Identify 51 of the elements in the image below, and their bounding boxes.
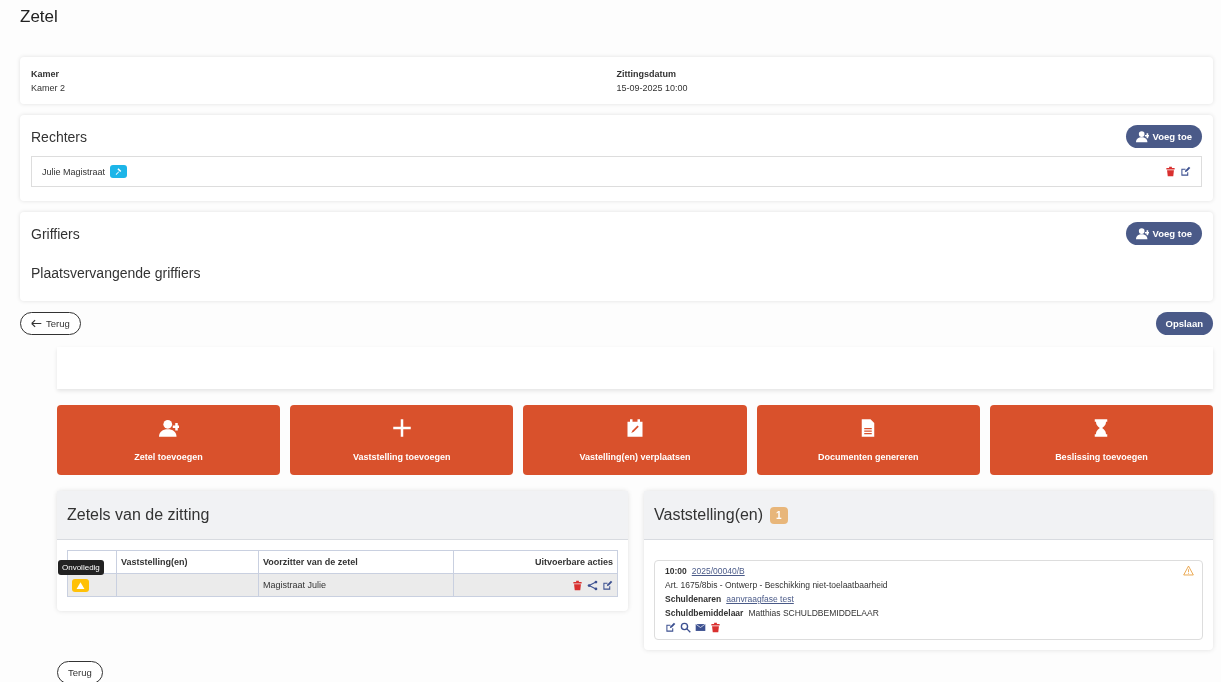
- back-button[interactable]: Terug: [57, 661, 103, 682]
- add-button[interactable]: Voeg toe: [1125, 125, 1202, 148]
- page-title: Zetel: [20, 6, 59, 28]
- user-plus-icon: [1135, 227, 1149, 240]
- arrow-left-icon: [31, 318, 42, 329]
- panel-title: Vaststelling(en): [654, 506, 764, 524]
- section-title: Rechters: [31, 128, 88, 145]
- member-name: Julie Magistraat: [42, 166, 106, 177]
- user-plus-icon: [1135, 130, 1149, 143]
- search-icon[interactable]: [680, 622, 691, 633]
- field-value: Matthias SCHULDBEMIDDELAAR: [748, 608, 879, 618]
- table-header: Uitvoerbare acties: [453, 550, 618, 574]
- action-tile[interactable]: Zetel toevoegen: [57, 405, 281, 475]
- delete-icon[interactable]: [1165, 166, 1176, 177]
- description-text: Art. 1675/8bis - Ontwerp - Beschikking niet-toelaatbaarheid: [665, 580, 889, 590]
- edit-icon[interactable]: [1180, 166, 1191, 177]
- field-value: Kamer 2: [31, 83, 66, 93]
- field-label: Zittingsdatum: [616, 69, 677, 79]
- calendar-icon: [625, 418, 645, 438]
- time-label: 10:00: [665, 566, 687, 576]
- mail-icon[interactable]: [695, 622, 706, 633]
- tooltip: Onvolledig: [58, 559, 104, 575]
- action-tile[interactable]: Vaststelling toevoegen: [290, 405, 514, 475]
- field-label: Kamer: [31, 69, 60, 79]
- section-title: Plaatsvervangende griffiers: [31, 265, 202, 281]
- panel-title: Zetels van de zitting: [67, 506, 210, 524]
- add-button[interactable]: Voeg toe: [1125, 222, 1202, 245]
- user-plus-icon: [158, 418, 179, 438]
- field-value: 15-09-2025 10:00: [616, 83, 689, 93]
- action-tile[interactable]: Beslissing toevoegen: [989, 405, 1213, 475]
- table-header: Voorzitter van de zetel: [258, 550, 454, 574]
- delete-icon[interactable]: [710, 622, 721, 633]
- debtor-link[interactable]: aanvraagfase test: [726, 594, 794, 604]
- table-header: Vaststelling(en): [116, 550, 259, 574]
- delete-icon[interactable]: [572, 579, 583, 591]
- edit-icon[interactable]: [602, 579, 613, 591]
- field-label: Schuldenaren: [665, 594, 722, 604]
- field-label: Schuldbemiddelaar: [665, 608, 744, 618]
- count-badge: 1: [770, 506, 788, 524]
- section-title: Griffiers: [31, 225, 80, 242]
- action-tile[interactable]: Vastelling(en) verplaatsen: [523, 405, 747, 475]
- back-button[interactable]: Terug: [20, 312, 81, 335]
- edit-icon[interactable]: [665, 622, 676, 633]
- warning-icon: [76, 580, 85, 590]
- plus-icon: [391, 418, 412, 438]
- table-cell: Magistraat Julie: [258, 573, 454, 597]
- share-icon[interactable]: [587, 579, 598, 591]
- save-button[interactable]: Opslaan: [1155, 312, 1213, 335]
- action-tile[interactable]: Documenten genereren: [756, 405, 980, 475]
- case-link[interactable]: 2025/00040/B: [691, 566, 745, 576]
- gavel-icon: [114, 167, 124, 176]
